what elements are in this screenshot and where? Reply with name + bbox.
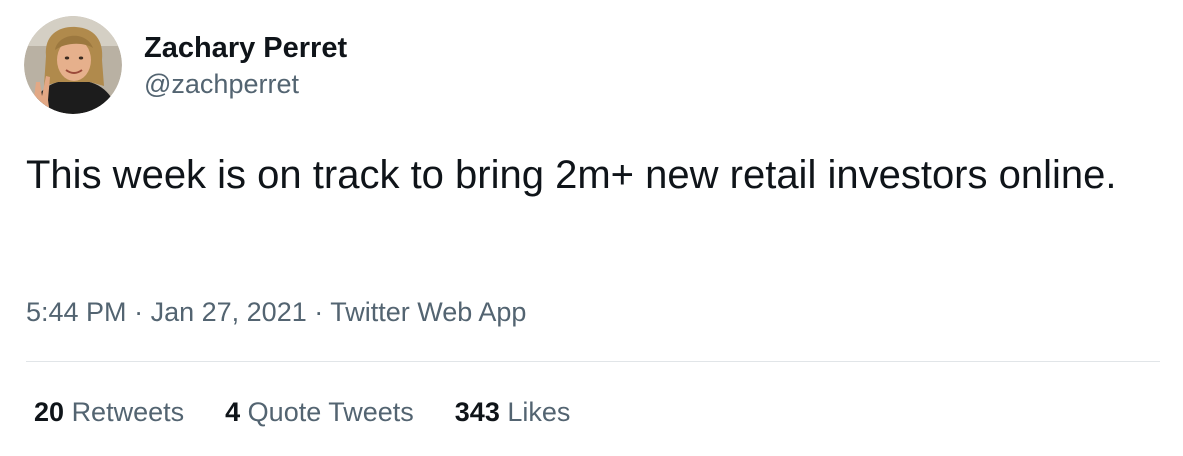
meta-separator: · — [314, 297, 324, 327]
likes-count: 343 — [454, 397, 500, 427]
tweet-header: Zachary Perret @zachperret — [24, 16, 347, 114]
tweet-card: Zachary Perret @zachperret This week is … — [0, 0, 1183, 456]
avatar[interactable] — [24, 16, 122, 114]
author-names: Zachary Perret @zachperret — [144, 30, 347, 101]
tweet-date[interactable]: Jan 27, 2021 — [151, 297, 307, 327]
tweet-text: This week is on track to bring 2m+ new r… — [26, 153, 1117, 197]
quote-tweets-label: Quote Tweets — [247, 397, 414, 427]
author-handle[interactable]: @zachperret — [144, 67, 347, 101]
retweets-label: Retweets — [71, 397, 185, 427]
meta-separator: · — [134, 297, 144, 327]
divider — [26, 361, 1160, 362]
tweet-metadata: 5:44 PM · Jan 27, 2021 · Twitter Web App — [26, 294, 526, 330]
likes-label: Likes — [507, 397, 571, 427]
retweets-stat[interactable]: 20 Retweets — [34, 394, 184, 430]
quote-tweets-count: 4 — [225, 397, 241, 427]
tweet-stats: 20 Retweets 4 Quote Tweets 343 Likes — [34, 394, 611, 430]
tweet-time[interactable]: 5:44 PM — [26, 297, 127, 327]
tweet-source[interactable]: Twitter Web App — [330, 297, 526, 327]
author-display-name[interactable]: Zachary Perret — [144, 30, 347, 66]
retweets-count: 20 — [34, 397, 65, 427]
quote-tweets-stat[interactable]: 4 Quote Tweets — [225, 394, 414, 430]
likes-stat[interactable]: 343 Likes — [455, 394, 571, 430]
